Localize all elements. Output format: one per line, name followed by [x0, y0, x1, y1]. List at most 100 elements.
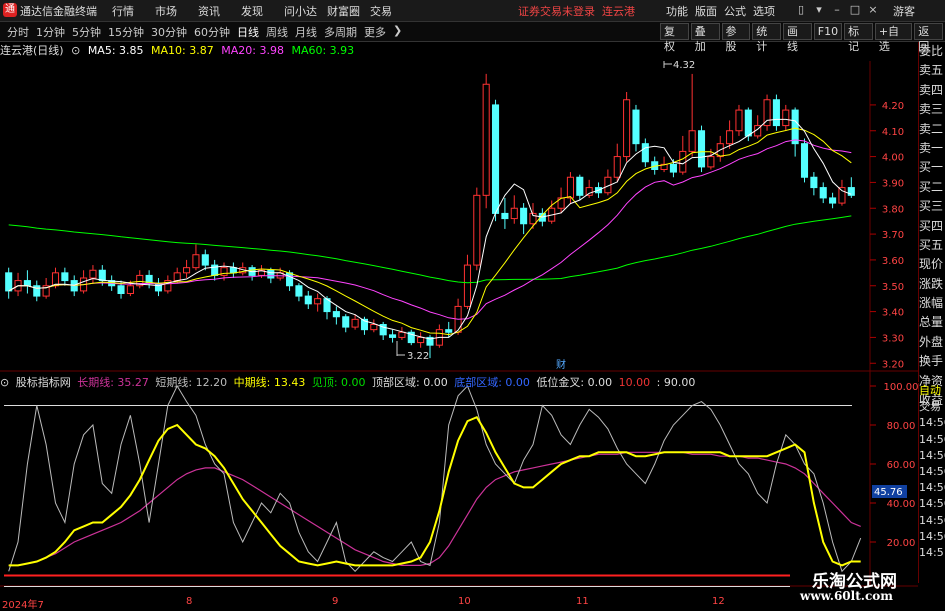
sidebar-item-commission-ratio[interactable]: 委比: [919, 42, 945, 61]
tab-30min[interactable]: 30分钟: [151, 24, 187, 40]
candle-body: [314, 298, 322, 305]
price-tick-label: 3.90: [882, 178, 904, 189]
tick-time: 14:56: [919, 497, 945, 511]
sidebar-item-change-pct[interactable]: 涨幅: [919, 294, 945, 313]
sidebar-item-volume[interactable]: 总量: [919, 313, 945, 332]
login-status[interactable]: 证券交易未登录: [518, 5, 595, 18]
sidebar-item-ask5[interactable]: 卖五: [919, 61, 945, 80]
indicator-long: 长期线: 35.27: [77, 376, 149, 389]
main-menu: 行情 市场 资讯 发现 问小达 财富圈 交易: [112, 3, 413, 19]
tick-time: 14:56: [919, 513, 945, 527]
tab-monthly[interactable]: 月线: [295, 24, 317, 40]
indicator-tick-label: 100.00: [884, 382, 919, 393]
ma-lines: [8, 118, 852, 340]
tab-15min[interactable]: 15分钟: [108, 24, 144, 40]
draw-button[interactable]: 画线: [783, 23, 812, 53]
menu-item-ask[interactable]: 问小达: [284, 3, 327, 19]
menu-item-market[interactable]: 市场: [155, 3, 198, 19]
menu-item-function[interactable]: 功能: [666, 3, 695, 19]
sidebar-item-ask1[interactable]: 卖一: [919, 139, 945, 158]
sidebar-item-ask3[interactable]: 卖三: [919, 100, 945, 119]
quote-sidebar: 委比 卖五 卖四 卖三 卖二 卖一 买一 买二 买三 买四 买五 现价 涨跌 涨…: [918, 42, 945, 407]
menu-item-wealth[interactable]: 财富圈: [327, 3, 370, 19]
candle-body: [267, 269, 275, 279]
menu-item-trade[interactable]: 交易: [370, 3, 413, 19]
indicator-short: 短期线: 12.20: [155, 376, 228, 389]
phone-icon[interactable]: ▯: [794, 2, 808, 17]
candle-body: [669, 163, 677, 173]
indicator-ten: 10.00: [618, 376, 651, 389]
tick-time: 14:56: [919, 464, 945, 478]
tick-time: 14:56: [919, 416, 945, 430]
sidebar-item-ask4[interactable]: 卖四: [919, 81, 945, 100]
sidebar-item-bid2[interactable]: 买二: [919, 178, 945, 197]
adjust-button[interactable]: 复权: [660, 23, 689, 53]
candles-group: [5, 73, 855, 359]
menu-item-news[interactable]: 资讯: [198, 3, 241, 19]
tab-60min[interactable]: 60分钟: [194, 24, 230, 40]
tab-multi-period[interactable]: 多周期: [324, 24, 357, 40]
sidebar-item-bid1[interactable]: 买一: [919, 158, 945, 177]
back-button[interactable]: 返回: [914, 23, 944, 53]
candle-body: [819, 187, 827, 199]
trade-tab[interactable]: 交易: [919, 399, 945, 415]
tab-timeshare[interactable]: 分时: [7, 24, 29, 40]
date-label: 11: [576, 596, 589, 607]
sidebar-item-price[interactable]: 现价: [919, 255, 945, 274]
maximize-icon[interactable]: □: [848, 2, 862, 17]
candle-body: [491, 104, 500, 214]
minimize-icon[interactable]: –: [830, 2, 844, 17]
add-watchlist-button[interactable]: +自选: [874, 23, 913, 53]
candle-body: [201, 254, 209, 266]
guest-label[interactable]: 游客: [893, 3, 915, 19]
indicator-tick-label: 40.00: [887, 499, 916, 510]
candle-body: [763, 99, 771, 127]
sidebar-item-outer[interactable]: 外盘: [919, 333, 945, 352]
sidebar-item-bid3[interactable]: 买三: [919, 197, 945, 216]
kline-chart[interactable]: 4.20 4.10 4.00 3.90 3.80 3.70 3.60 3.50 3.40 3.30…: [0, 41, 918, 596]
holdings-button[interactable]: 参股: [721, 23, 751, 53]
tab-daily[interactable]: 日线: [237, 24, 259, 40]
indicator-bottom: 见顶: 0.00: [311, 376, 366, 389]
candle-body: [89, 269, 97, 279]
tab-weekly[interactable]: 周线: [266, 24, 288, 40]
close-icon[interactable]: ×: [866, 2, 880, 17]
candle-body: [173, 272, 181, 282]
candle-body: [838, 187, 846, 204]
indicator-axis: 100.00 80.00 60.00 40.00 20.00: [870, 382, 918, 549]
sidebar-item-ask2[interactable]: 卖二: [919, 120, 945, 139]
menu-item-discover[interactable]: 发现: [241, 3, 284, 19]
more-arrow-icon[interactable]: ❯: [393, 24, 402, 40]
menu-item-layout[interactable]: 版面: [695, 3, 724, 19]
sidebar-item-turnover[interactable]: 换手: [919, 352, 945, 371]
mark-button[interactable]: 标记: [844, 23, 873, 53]
indicator-ninety: : 90.00: [656, 376, 696, 389]
auto-trade-tab[interactable]: 自动: [919, 383, 945, 399]
tick-time: 14:56: [919, 432, 945, 446]
f10-button[interactable]: F10: [813, 23, 843, 40]
stats-button[interactable]: 统计: [752, 23, 781, 53]
dropdown-icon[interactable]: ▾: [812, 2, 826, 17]
candle-body: [473, 194, 481, 266]
finance-marker[interactable]: 财: [556, 358, 566, 371]
sidebar-item-bid4[interactable]: 买四: [919, 217, 945, 236]
candle-body: [632, 109, 640, 145]
indicator-mid: 中期线: 13.43: [233, 376, 306, 389]
ma60-line: [8, 215, 852, 284]
menu-item-formula[interactable]: 公式: [724, 3, 753, 19]
overlay-button[interactable]: 叠加: [690, 23, 720, 53]
indicator-bottom-zone: 底部区域: 0.00: [454, 376, 530, 389]
candle-body: [726, 130, 734, 145]
sidebar-item-change[interactable]: 涨跌: [919, 275, 945, 294]
tab-1min[interactable]: 1分钟: [36, 24, 65, 40]
price-tick-label: 3.30: [882, 333, 904, 344]
indicator-name[interactable]: 股标指标网: [16, 376, 71, 389]
tab-5min[interactable]: 5分钟: [72, 24, 101, 40]
sidebar-item-bid5[interactable]: 买五: [919, 236, 945, 255]
menu-item-quotes[interactable]: 行情: [112, 3, 155, 19]
price-axis: 4.20 4.10 4.00 3.90 3.80 3.70 3.60 3.50 3.40 3.30…: [870, 101, 904, 370]
indicator-settings-icon[interactable]: ⊙: [0, 376, 9, 389]
price-annotations: 4.32 3.22 财: [396, 60, 695, 371]
tab-more[interactable]: 更多: [364, 24, 386, 40]
menu-item-options[interactable]: 选项: [753, 3, 782, 19]
